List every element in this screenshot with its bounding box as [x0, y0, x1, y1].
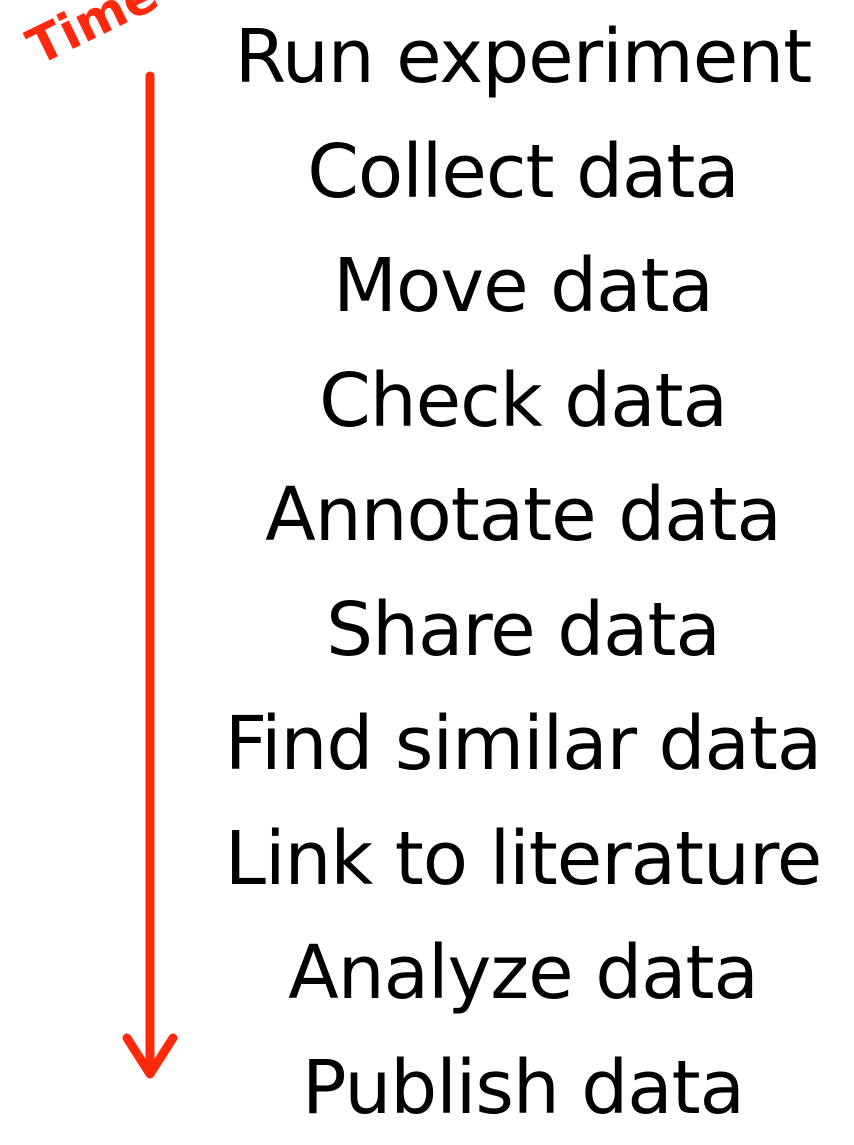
step-item: Publish data: [192, 1031, 854, 1145]
workflow-diagram: Time Run experiment Collect data Move da…: [0, 0, 854, 1107]
step-item: Run experiment: [192, 0, 854, 115]
step-item: Share data: [192, 573, 854, 688]
time-arrow-head: [127, 1038, 173, 1074]
step-item: Link to literature: [192, 802, 854, 917]
step-item: Check data: [192, 344, 854, 459]
process-steps-list: Run experiment Collect data Move data Ch…: [192, 0, 854, 1145]
step-item: Collect data: [192, 115, 854, 230]
step-item: Annotate data: [192, 458, 854, 573]
time-label: Time: [20, 0, 165, 73]
step-item: Move data: [192, 229, 854, 344]
step-item: Find similar data: [192, 687, 854, 802]
step-item: Analyze data: [192, 916, 854, 1031]
